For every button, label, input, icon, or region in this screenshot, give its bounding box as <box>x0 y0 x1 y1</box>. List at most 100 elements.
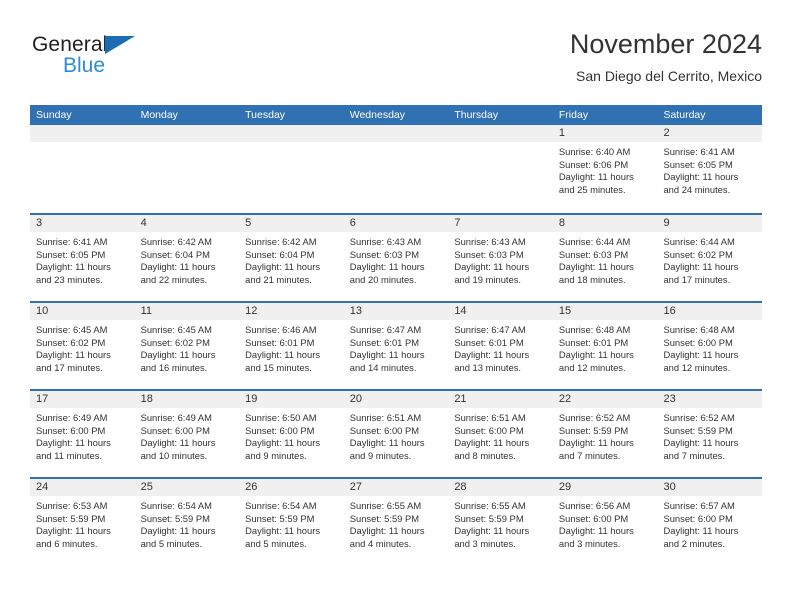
calendar-day-cell[interactable]: 1 Sunrise: 6:40 AM Sunset: 6:06 PM Daylight… <box>552 125 658 213</box>
calendar-week-row: 24 Sunrise: 6:53 AM Sunset: 5:59 PM Dayligh… <box>30 477 763 565</box>
weekday-header-row: Sunday Monday Tuesday Wednesday Thursday… <box>30 105 762 125</box>
day-number: 14 <box>448 303 553 320</box>
calendar-day-cell[interactable]: 4 Sunrise: 6:42 AM Sunset: 6:04 PM Daylight… <box>134 215 240 301</box>
calendar-day-cell[interactable]: 25 Sunrise: 6:54 AM Sunset: 5:59 PM Dayligh… <box>134 479 240 565</box>
sunrise-text: Sunrise: 6:54 AM <box>140 500 212 511</box>
daylight-text-line1: Daylight: 11 hours <box>245 437 321 449</box>
calendar-weeks: 1 Sunrise: 6:40 AM Sunset: 6:06 PM Daylight… <box>30 125 763 565</box>
sunset-text: Sunset: 6:03 PM <box>349 248 420 260</box>
day-number: 18 <box>134 391 240 408</box>
sunset-text: Sunset: 6:00 PM <box>663 336 733 348</box>
daylight-text-line1: Daylight: 11 hours <box>36 437 111 449</box>
daylight-text-line2: and 13 minutes. <box>454 361 522 373</box>
calendar-day-cell[interactable]: 10 Sunrise: 6:45 AM Sunset: 6:02 PM Dayligh… <box>30 303 135 389</box>
day-number <box>30 125 135 142</box>
daylight-text-line1: Daylight: 11 hours <box>558 171 634 183</box>
day-number: 12 <box>239 303 344 320</box>
calendar-day-cell[interactable]: 21 Sunrise: 6:51 AM Sunset: 6:00 PM Dayligh… <box>448 391 553 477</box>
title-block: November 2024 San Diego del Cerrito, Mex… <box>570 28 762 85</box>
daylight-text-line1: Daylight: 11 hours <box>663 171 739 183</box>
daylight-text-line1: Daylight: 11 hours <box>140 349 216 361</box>
page-header: General Blue November 2024 San Diego del… <box>30 28 762 92</box>
daylight-text-line1: Daylight: 11 hours <box>454 437 530 449</box>
sunrise-text: Sunrise: 6:55 AM <box>454 500 526 511</box>
daylight-text-line1: Daylight: 11 hours <box>558 525 634 537</box>
calendar-day-cell[interactable]: 24 Sunrise: 6:53 AM Sunset: 5:59 PM Dayligh… <box>30 479 135 565</box>
calendar-day-cell[interactable]: 26 Sunrise: 6:54 AM Sunset: 5:59 PM Dayligh… <box>239 479 344 565</box>
sunrise-text: Sunrise: 6:44 AM <box>663 236 735 247</box>
daylight-text-line2: and 8 minutes. <box>454 449 516 461</box>
calendar-day-cell[interactable]: 29 Sunrise: 6:56 AM Sunset: 6:00 PM Dayligh… <box>552 479 658 565</box>
calendar-day-cell[interactable]: 18 Sunrise: 6:49 AM Sunset: 6:00 PM Dayligh… <box>134 391 240 477</box>
calendar-day-cell[interactable]: 15 Sunrise: 6:48 AM Sunset: 6:01 PM Dayligh… <box>552 303 658 389</box>
day-number: 8 <box>552 215 658 232</box>
calendar-day-cell[interactable]: 12 Sunrise: 6:46 AM Sunset: 6:01 PM Dayligh… <box>239 303 344 389</box>
calendar-day-cell[interactable]: 7 Sunrise: 6:43 AM Sunset: 6:03 PM Daylight… <box>448 215 553 301</box>
day-number: 10 <box>30 303 135 320</box>
calendar-day-cell[interactable]: 8 Sunrise: 6:44 AM Sunset: 6:03 PM Daylight… <box>552 215 658 301</box>
day-sun-info: Sunrise: 6:45 AM Sunset: 6:02 PM Daylight:… <box>30 320 135 374</box>
day-sun-info: Sunrise: 6:43 AM Sunset: 6:03 PM Daylight:… <box>344 232 449 286</box>
day-number: 25 <box>134 479 240 496</box>
sunset-text: Sunset: 5:59 PM <box>36 512 106 524</box>
day-number: 19 <box>239 391 344 408</box>
day-sun-info: Sunrise: 6:49 AM Sunset: 6:00 PM Daylight:… <box>135 408 240 462</box>
calendar-day-cell[interactable]: 3 Sunrise: 6:41 AM Sunset: 6:05 PM Daylight… <box>30 215 135 301</box>
page-title: November 2024 <box>569 29 762 59</box>
daylight-text-line1: Daylight: 11 hours <box>140 525 216 537</box>
daylight-text-line1: Daylight: 11 hours <box>454 349 530 361</box>
sunset-text: Sunset: 6:03 PM <box>558 248 629 260</box>
sunrise-text: Sunrise: 6:49 AM <box>36 412 108 423</box>
logo-triangle-icon <box>105 36 135 54</box>
day-number: 21 <box>448 391 553 408</box>
calendar-day-cell[interactable]: 17 Sunrise: 6:49 AM Sunset: 6:00 PM Dayligh… <box>30 391 135 477</box>
day-number: 6 <box>343 215 449 232</box>
day-sun-info: Sunrise: 6:48 AM Sunset: 6:00 PM Daylight:… <box>657 320 762 374</box>
sunrise-text: Sunrise: 6:49 AM <box>140 412 212 423</box>
day-sun-info: Sunrise: 6:49 AM Sunset: 6:00 PM Daylight:… <box>30 408 135 462</box>
sunrise-text: Sunrise: 6:51 AM <box>349 412 422 423</box>
calendar-day-cell[interactable]: 14 Sunrise: 6:47 AM Sunset: 6:01 PM Dayligh… <box>448 303 553 389</box>
calendar-day-cell[interactable]: 9 Sunrise: 6:44 AM Sunset: 6:02 PM Daylight… <box>657 215 763 301</box>
calendar-day-cell[interactable]: 27 Sunrise: 6:55 AM Sunset: 5:59 PM Dayligh… <box>343 479 449 565</box>
daylight-text-line1: Daylight: 11 hours <box>349 437 425 449</box>
calendar-day-cell[interactable]: 28 Sunrise: 6:55 AM Sunset: 5:59 PM Dayligh… <box>448 479 553 565</box>
day-number: 17 <box>30 391 135 408</box>
sunset-text: Sunset: 6:01 PM <box>245 336 315 348</box>
sunrise-text: Sunrise: 6:43 AM <box>454 236 526 247</box>
calendar-day-cell[interactable]: 11 Sunrise: 6:45 AM Sunset: 6:02 PM Dayligh… <box>134 303 240 389</box>
daylight-text-line2: and 18 minutes. <box>558 273 626 285</box>
calendar-day-cell[interactable]: 22 Sunrise: 6:52 AM Sunset: 5:59 PM Dayligh… <box>552 391 658 477</box>
calendar-day-cell[interactable]: 5 Sunrise: 6:42 AM Sunset: 6:04 PM Daylight… <box>239 215 344 301</box>
daylight-text-line2: and 23 minutes. <box>36 273 103 285</box>
sunset-text: Sunset: 6:05 PM <box>663 158 733 170</box>
calendar-day-cell[interactable]: 19 Sunrise: 6:50 AM Sunset: 6:00 PM Dayligh… <box>239 391 344 477</box>
sunrise-text: Sunrise: 6:53 AM <box>36 500 108 511</box>
daylight-text-line1: Daylight: 11 hours <box>558 437 634 449</box>
calendar-day-cell-empty <box>343 125 449 213</box>
daylight-text-line1: Daylight: 11 hours <box>349 525 425 537</box>
calendar-day-cell[interactable]: 13 Sunrise: 6:47 AM Sunset: 6:01 PM Dayligh… <box>343 303 449 389</box>
general-blue-logo[interactable]: General Blue <box>32 34 162 84</box>
daylight-text-line1: Daylight: 11 hours <box>245 525 321 537</box>
calendar-day-cell-empty <box>134 125 240 213</box>
day-sun-info: Sunrise: 6:51 AM Sunset: 6:00 PM Daylight:… <box>448 408 553 462</box>
daylight-text-line2: and 7 minutes. <box>558 449 621 461</box>
day-number: 11 <box>134 303 240 320</box>
day-sun-info: Sunrise: 6:42 AM Sunset: 6:04 PM Daylight:… <box>239 232 344 286</box>
calendar-day-cell[interactable]: 16 Sunrise: 6:48 AM Sunset: 6:00 PM Dayligh… <box>657 303 763 389</box>
sunset-text: Sunset: 6:01 PM <box>454 336 524 348</box>
day-number: 15 <box>552 303 658 320</box>
calendar-day-cell[interactable]: 6 Sunrise: 6:43 AM Sunset: 6:03 PM Daylight… <box>343 215 449 301</box>
sunrise-text: Sunrise: 6:54 AM <box>245 500 317 511</box>
calendar-day-cell[interactable]: 2 Sunrise: 6:41 AM Sunset: 6:05 PM Daylight… <box>657 125 763 213</box>
sunrise-text: Sunrise: 6:52 AM <box>558 412 631 423</box>
calendar-day-cell[interactable]: 20 Sunrise: 6:51 AM Sunset: 6:00 PM Dayligh… <box>343 391 449 477</box>
day-number: 1 <box>552 125 658 142</box>
calendar-day-cell[interactable]: 23 Sunrise: 6:52 AM Sunset: 5:59 PM Dayligh… <box>657 391 763 477</box>
calendar-day-cell[interactable]: 30 Sunrise: 6:57 AM Sunset: 6:00 PM Dayligh… <box>657 479 763 565</box>
day-sun-info: Sunrise: 6:51 AM Sunset: 6:00 PM Daylight:… <box>344 408 449 462</box>
sunset-text: Sunset: 6:00 PM <box>245 424 315 436</box>
daylight-text-line2: and 12 minutes. <box>558 361 626 373</box>
day-sun-info: Sunrise: 6:41 AM Sunset: 6:05 PM Daylight:… <box>30 232 135 286</box>
